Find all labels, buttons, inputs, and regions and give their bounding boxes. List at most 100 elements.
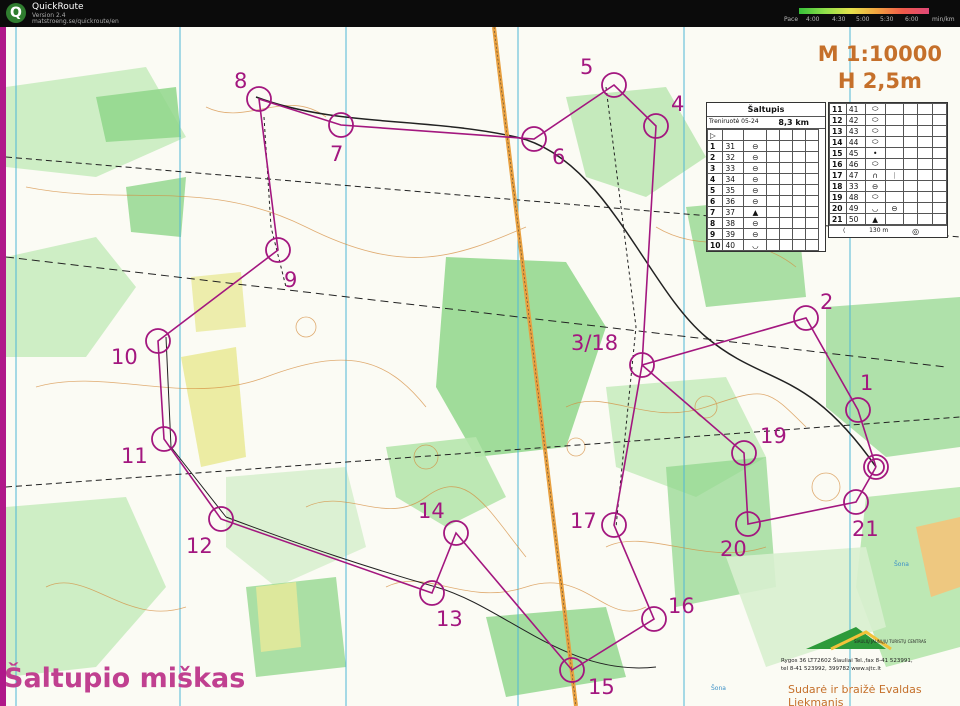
quickroute-logo-icon: Q <box>6 3 26 23</box>
description-row: 4 34 ⊖ <box>706 173 820 185</box>
control-code: 31 <box>722 140 745 152</box>
feature-detail-icon <box>884 147 905 159</box>
empty-cell <box>903 147 919 159</box>
empty-cell <box>779 162 794 174</box>
finish-route-icon: ⟨ <box>842 227 846 234</box>
empty-cell <box>766 162 781 174</box>
empty-cell <box>931 158 948 170</box>
control-number-14: 14 <box>418 499 445 523</box>
empty-cell <box>903 103 919 115</box>
description-row: 11 41 ⬭ <box>829 103 948 115</box>
control-code: 41 <box>845 103 866 115</box>
feature-symbol-icon: ⊖ <box>743 162 768 174</box>
control-number-20: 20 <box>720 537 747 561</box>
empty-cell <box>805 195 820 207</box>
description-row: 18 33 ⊖ <box>829 180 948 192</box>
description-row: 7 37 ▲ <box>706 206 820 218</box>
description-row: 16 46 ⬭ <box>829 158 948 170</box>
club-address-line: Rygos 36 LT72602 Šiauliai Tel.,fax 8-41 … <box>781 658 913 664</box>
control-order: 6 <box>706 195 724 207</box>
empty-cell <box>805 206 820 218</box>
feature-symbol-icon: ⬭ <box>864 191 886 203</box>
feature-symbol-icon: ◡ <box>864 202 886 214</box>
rough-open-patch <box>256 582 301 652</box>
control-order: 18 <box>829 180 847 192</box>
control-code: 32 <box>722 151 745 163</box>
control-number-12: 12 <box>186 534 213 558</box>
empty-cell <box>931 136 948 148</box>
control-number-13: 13 <box>436 607 463 631</box>
control-description-sheet-right: 11 41 ⬭ 12 42 ⬭ 13 43 ⬭ 14 44 ⬭ 15 45 • 16 46 ⬭ 17 47 ∩ ᛁ 18 33… <box>828 102 948 238</box>
empty-cell <box>931 191 948 203</box>
control-code: 36 <box>722 195 745 207</box>
feature-symbol-icon: ⊖ <box>743 228 768 240</box>
control-code: 37 <box>722 206 745 218</box>
control-number-5: 5 <box>580 55 594 79</box>
feature-detail-icon <box>884 158 905 170</box>
pace-tick: 4:00 <box>806 16 820 23</box>
empty-cell <box>792 184 807 196</box>
event-name: Treniruotė 05-24 <box>709 118 759 125</box>
empty-cell <box>931 169 948 181</box>
empty-cell <box>766 228 781 240</box>
control-code: 42 <box>845 114 866 126</box>
empty-cell <box>792 206 807 218</box>
control-number-21: 21 <box>852 517 879 541</box>
pace-legend-unit: min/km <box>932 16 955 23</box>
control-number-17: 17 <box>570 509 597 533</box>
control-order: 13 <box>829 125 847 137</box>
map-scale-info: M 1:10000 H 2,5m <box>818 41 942 95</box>
feature-detail-icon <box>884 213 905 225</box>
club-address-line: tel 8-41 523992, 399782 www.sjtc.lt <box>781 666 882 672</box>
course-info: Treniruotė 05-24 8,3 km <box>707 117 825 129</box>
empty-cell <box>917 125 933 137</box>
empty-cell <box>917 169 933 181</box>
empty-cell <box>931 114 948 126</box>
control-code: 35 <box>722 184 745 196</box>
finish-circle-icon: ◎ <box>912 227 920 236</box>
control-code: 40 <box>722 239 745 251</box>
forest-patch <box>126 177 186 237</box>
description-row: 3 33 ⊖ <box>706 162 820 174</box>
empty-cell <box>805 162 820 174</box>
map-title: Šaltupio miškas <box>4 663 246 694</box>
pace-tick: 4:30 <box>832 16 846 23</box>
empty-cell <box>766 217 781 229</box>
empty-cell <box>903 191 919 203</box>
orienteering-map[interactable]: 1 2 3/18 4 5 6 7 8 9 10 11 12 13 14 15 1… <box>0 27 960 706</box>
course-title: Šaltupis <box>707 103 825 117</box>
app-name: QuickRoute <box>32 2 84 12</box>
feature-detail-icon <box>884 180 905 192</box>
empty-cell <box>792 162 807 174</box>
control-description-sheet-left: Šaltupis Treniruotė 05-24 8,3 km ▷ 1 31 ⊖ 2… <box>706 102 826 252</box>
control-number-2: 2 <box>820 290 834 314</box>
empty-cell <box>766 151 781 163</box>
control-code: 33 <box>845 180 866 192</box>
control-number-10: 10 <box>111 345 138 369</box>
description-row: 1 31 ⊖ <box>706 140 820 152</box>
empty-cell <box>792 140 807 152</box>
empty-cell <box>805 228 820 240</box>
empty-cell <box>917 147 933 159</box>
empty-cell <box>766 173 781 185</box>
feature-symbol-icon: • <box>864 147 886 159</box>
description-row: 12 42 ⬭ <box>829 114 948 126</box>
empty-cell <box>779 217 794 229</box>
control-number-11: 11 <box>121 444 148 468</box>
feature-symbol-icon: ∩ <box>864 169 886 181</box>
empty-cell <box>766 239 781 251</box>
description-row: 20 49 ◡ ⊖ <box>829 202 948 214</box>
empty-cell <box>931 147 948 159</box>
empty-cell <box>779 195 794 207</box>
stream-label: Šona <box>711 685 726 692</box>
description-row: 15 45 • <box>829 147 948 159</box>
feature-symbol-icon: ⬭ <box>864 136 886 148</box>
map-credit: Sudarė ir braižė Evaldas Liekmanis <box>788 683 922 706</box>
control-number-19: 19 <box>760 424 787 448</box>
start-row: ▷ <box>706 129 820 141</box>
control-number-8: 8 <box>234 69 248 93</box>
finish-row: ⟨ 130 m ◎ <box>829 225 947 237</box>
control-order: 2 <box>706 151 724 163</box>
control-order: 16 <box>829 158 847 170</box>
control-order: 9 <box>706 228 724 240</box>
